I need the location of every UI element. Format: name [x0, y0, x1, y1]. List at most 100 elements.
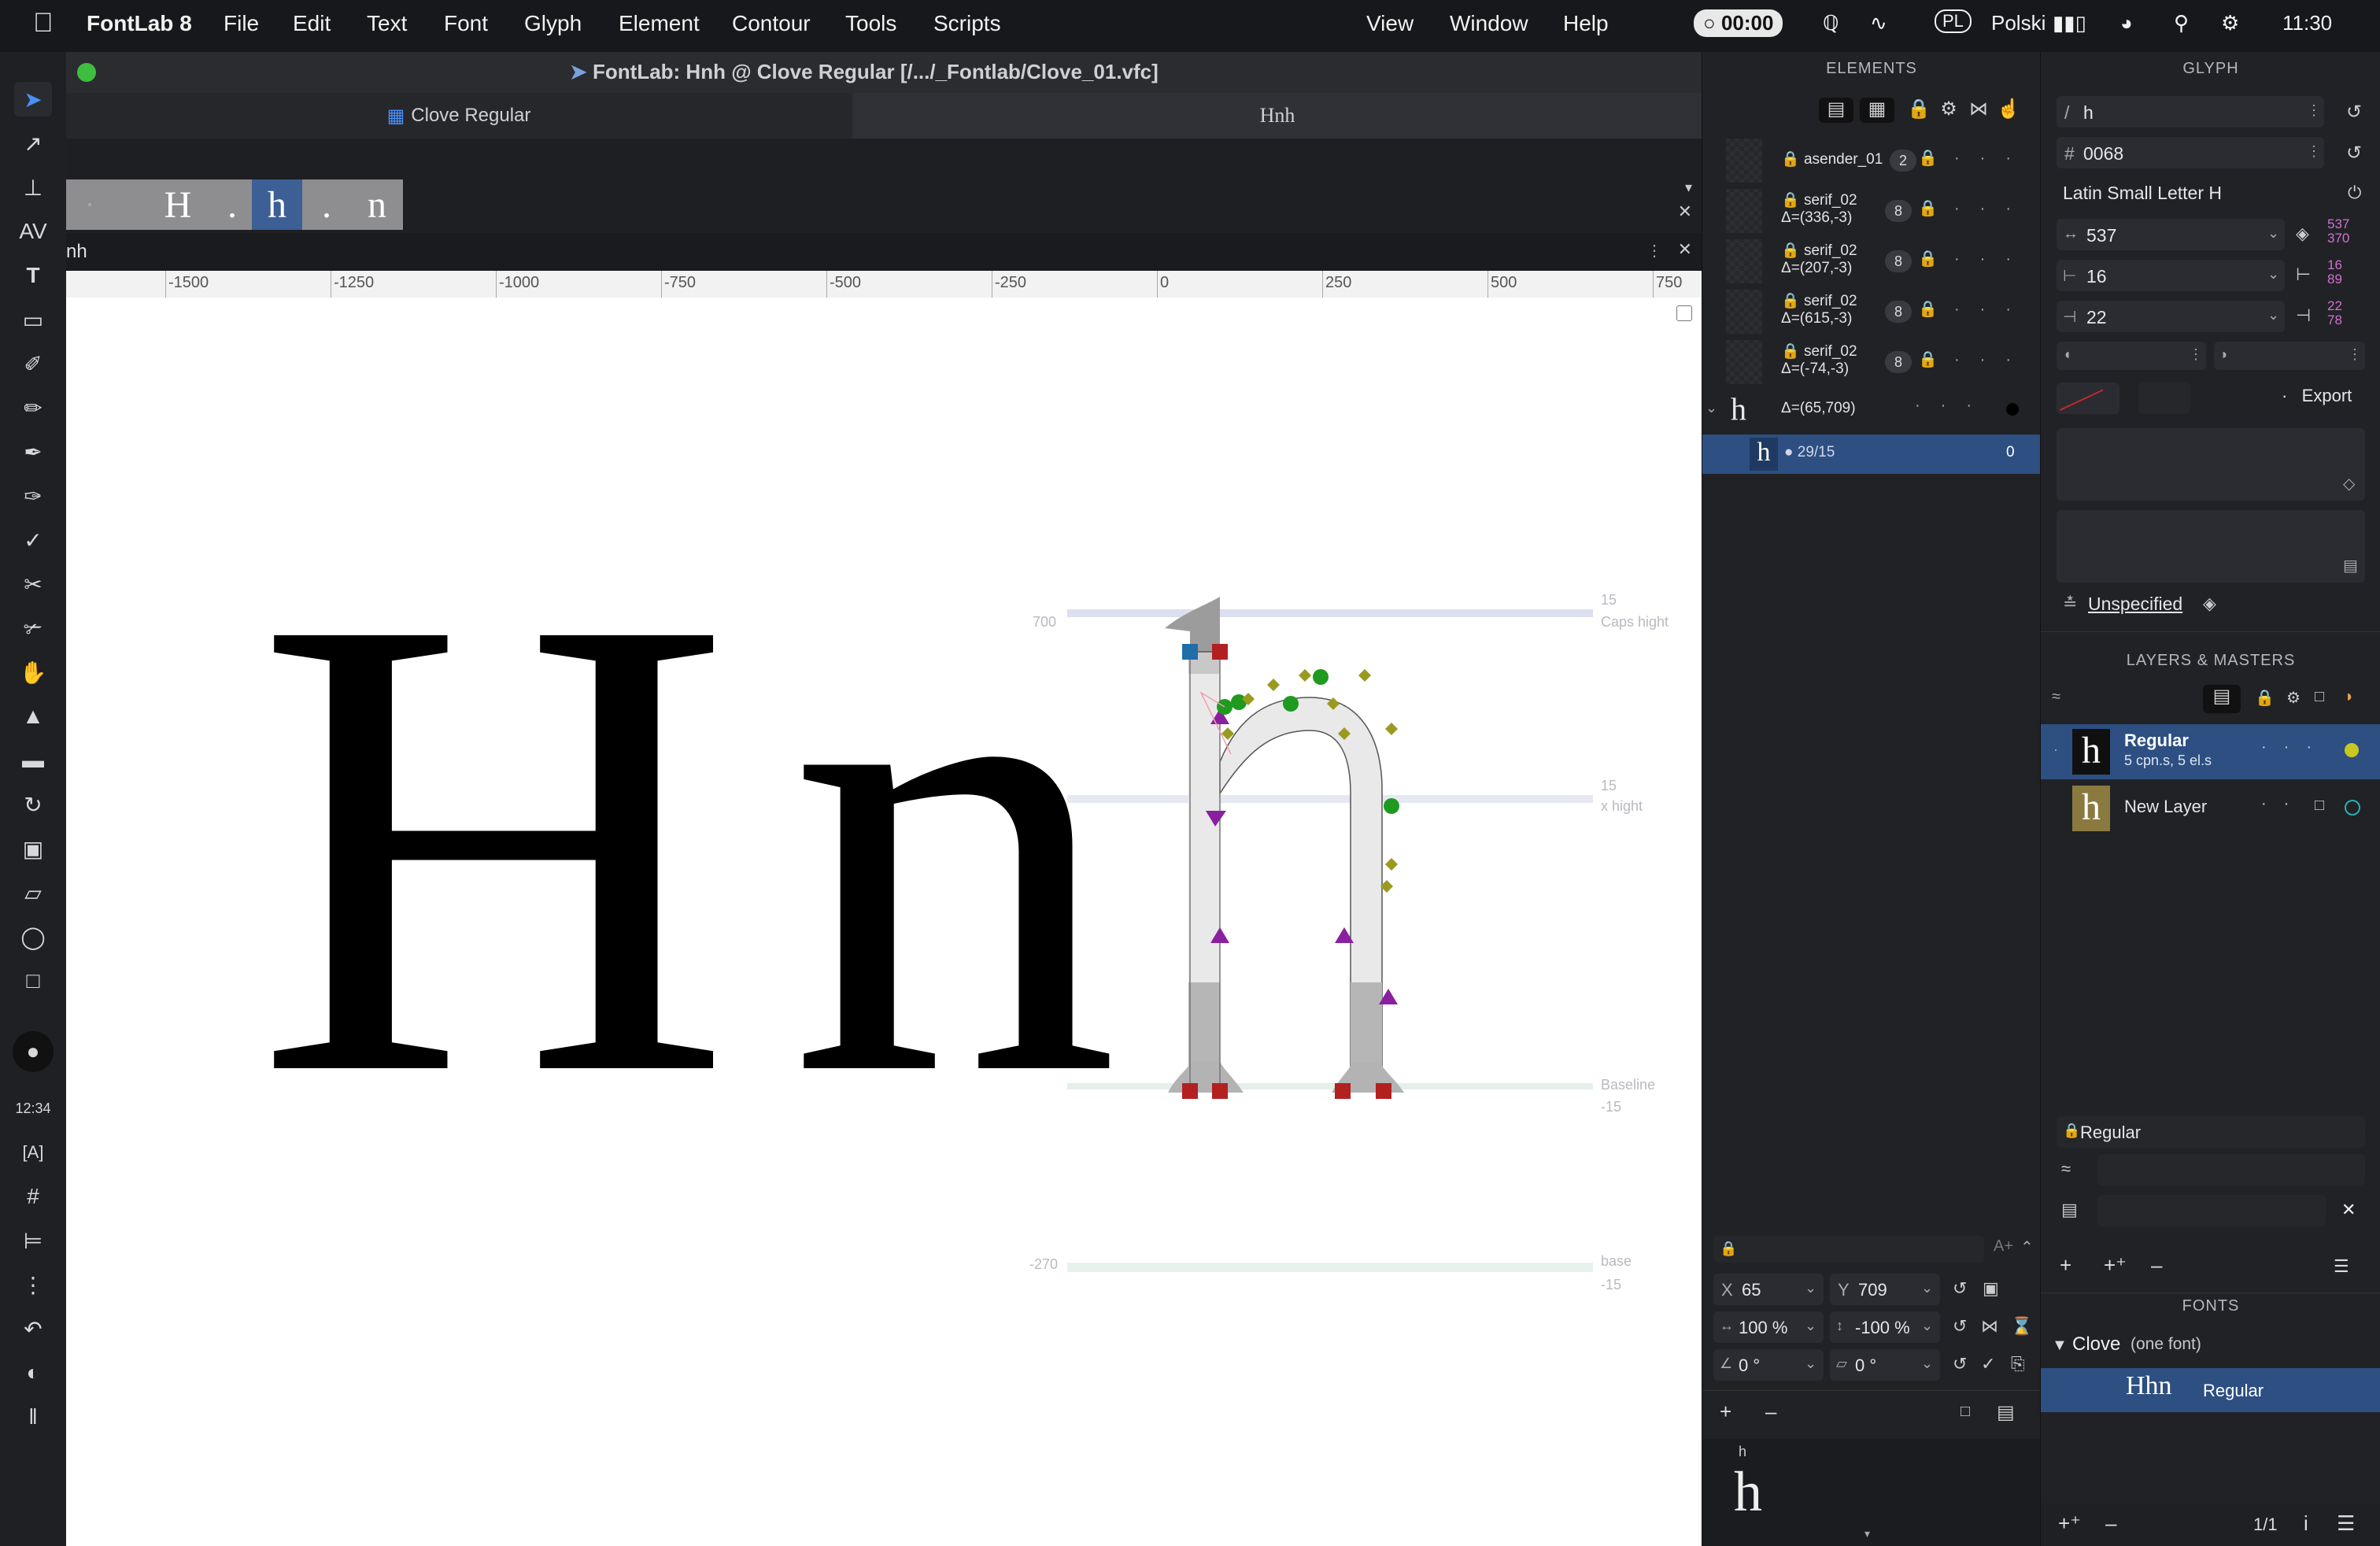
hand-tool-icon[interactable]: ✋	[14, 655, 52, 690]
chevron-down-icon[interactable]: ⌄	[1706, 400, 1717, 416]
layers-menu-icon[interactable]: ≈	[2052, 688, 2060, 706]
list-icon[interactable]: ☰	[2337, 1511, 2355, 1536]
metrics-tool-icon[interactable]: ⊥	[14, 170, 52, 205]
settings-icon[interactable]: ⚙	[1937, 98, 1961, 120]
element-dots[interactable]: ···	[1954, 301, 2031, 319]
flip-horizontal-icon[interactable]: ⋈	[1981, 1316, 1998, 1337]
layer-options-icon[interactable]: ≈	[2061, 1159, 2071, 1179]
element-group-row[interactable]: ⌄ h Δ=(65,709) ···	[1702, 387, 2041, 431]
field-menu-icon[interactable]: ⋮	[2307, 143, 2321, 160]
layer-name-field[interactable]: 🔒 Regular	[2057, 1116, 2365, 1148]
glyph-H[interactable]: H	[255, 515, 733, 1176]
layer-dots[interactable]: ··	[2261, 795, 2306, 813]
font-row-selected[interactable]: Hhn Regular	[2041, 1368, 2380, 1412]
ruler-tool-icon[interactable]: ▬	[14, 743, 52, 778]
add-font-icon[interactable]: +⁺	[2058, 1511, 2081, 1536]
chevron-down-icon[interactable]: ⌄	[2267, 307, 2279, 324]
kerning-tool-icon[interactable]: AV	[14, 214, 52, 249]
color-picker-icon[interactable]: ●	[13, 1031, 54, 1072]
element-tool-icon[interactable]: ↗	[14, 126, 52, 161]
info-icon[interactable]: i	[2304, 1511, 2308, 1536]
window-icon[interactable]: □	[2315, 797, 2324, 815]
glyph-cell-faded[interactable]: ·	[66, 179, 113, 230]
scissors-tool-icon[interactable]: ✃	[14, 611, 52, 645]
glyph-cell-h-selected[interactable]: h	[252, 179, 302, 230]
elements-grid-icon[interactable]: ▦	[1860, 98, 1894, 123]
chevron-down-icon[interactable]: ⌄	[1921, 1356, 1933, 1372]
rotate-tool-icon[interactable]: ↻	[14, 787, 52, 822]
apply-transform-icon[interactable]: ✓	[1981, 1354, 1995, 1374]
menu-window[interactable]: Window	[1450, 11, 1528, 36]
reset-rotate-icon[interactable]: ↺	[1953, 1354, 1967, 1374]
tag-icon[interactable]: ◇	[2343, 474, 2355, 494]
glyph-cell-H[interactable]: H	[148, 179, 208, 230]
lock-icon[interactable]: 🔒	[1918, 148, 1938, 168]
element-dots[interactable]: ···	[1954, 200, 2031, 218]
layer-row-selected[interactable]: · h Regular 5 cpn.s, 5 el.s ···	[2041, 724, 2380, 779]
panel-icon[interactable]: ▤	[1997, 1401, 2015, 1424]
comment-field[interactable]: ▤	[2057, 510, 2365, 583]
menu-tools[interactable]: Tools	[845, 11, 896, 36]
menu-text[interactable]: Text	[367, 11, 407, 36]
unicode-field[interactable]: # 0068 ⋮	[2057, 137, 2324, 168]
export-label[interactable]: · Export	[2282, 386, 2352, 406]
add-master-icon[interactable]: +⁺	[2104, 1253, 2127, 1278]
mark-field[interactable]	[2138, 383, 2190, 414]
layer-color-dot[interactable]	[2345, 800, 2360, 816]
group-color-dot[interactable]	[2006, 403, 2019, 416]
menu-view[interactable]: View	[1366, 11, 1414, 36]
horizontal-ruler[interactable]: -1500 -1250 -1000 -750 -500 -250 0 250 5…	[66, 271, 1702, 298]
magnet-tool-icon[interactable]: ↶	[14, 1311, 52, 1346]
wifi-icon[interactable]: ◕	[2120, 11, 2133, 35]
tag-dropdown[interactable]: Unspecified	[2088, 594, 2182, 615]
layers-view-icon[interactable]: ▤	[2203, 685, 2241, 713]
chevron-down-icon[interactable]: ⌄	[2267, 225, 2279, 242]
app-menu[interactable]: FontLab 8	[87, 11, 192, 36]
glyph-n[interactable]: n	[789, 515, 1119, 1176]
layer-list-icon[interactable]: ☰	[2334, 1256, 2349, 1277]
contour-tool-icon[interactable]: ➤	[14, 82, 52, 117]
layer-options-field[interactable]	[2097, 1154, 2365, 1185]
copy-transform-icon[interactable]: ⎘	[2011, 1354, 2025, 1374]
align-icon[interactable]: ▣	[1983, 1278, 1999, 1299]
chevron-down-icon[interactable]: ⌄	[2267, 266, 2279, 283]
text-input[interactable]: nh	[66, 241, 87, 263]
strip-menu-icon[interactable]: ▾	[1685, 179, 1692, 196]
element-name-field[interactable]: 🔒	[1713, 1236, 1984, 1263]
control-center-icon[interactable]: ⚙	[2221, 11, 2239, 35]
text-close-icon[interactable]: ✕	[1678, 239, 1692, 260]
chevron-down-icon[interactable]: ⌄	[1805, 1318, 1816, 1334]
apple-icon[interactable]: 	[33, 8, 54, 39]
hand-icon[interactable]: ☝	[1997, 98, 2020, 120]
note-icon[interactable]: ▤	[2343, 556, 2358, 575]
right-kerning-class-field[interactable]: ◗ ⋮	[2214, 342, 2365, 370]
rsb-measure-icon[interactable]: ⊣	[2296, 305, 2311, 326]
slant-field[interactable]: ▱ 0 ° ⌄	[1830, 1349, 1940, 1381]
rectangle-tool-icon[interactable]: □	[14, 963, 52, 998]
remove-font-icon[interactable]: –	[2105, 1511, 2116, 1536]
timer-widget[interactable]: ○ 00:00	[1694, 9, 1783, 37]
group-dots[interactable]: ···	[1915, 397, 1992, 415]
slant-tool-icon[interactable]: ▱	[14, 875, 52, 910]
zoom-window-button[interactable]	[77, 63, 96, 82]
element-row[interactable]: 🔒 serif_02 Δ=(-74,-3) 8 🔒 ···	[1702, 337, 2041, 387]
text-options-icon[interactable]: ⋮	[1646, 241, 1662, 261]
knife-tool-icon[interactable]: ✂	[14, 567, 52, 601]
window-icon[interactable]: □	[2315, 688, 2324, 706]
chevron-up-icon[interactable]: ⌃	[2020, 1237, 2034, 1257]
chevron-down-icon[interactable]: ⌄	[1921, 1318, 1933, 1334]
elements-view-icon[interactable]: ▤	[1819, 98, 1853, 123]
text-frame-tool-icon[interactable]: [A]	[14, 1135, 52, 1170]
gem-icon[interactable]: ◈	[2296, 224, 2309, 244]
layer-row[interactable]: h New Layer ·· □	[2041, 781, 2380, 836]
menu-scripts[interactable]: Scripts	[933, 11, 1001, 36]
note-field[interactable]: ◇	[2057, 428, 2365, 501]
pencil-tool-icon[interactable]: ✏	[14, 390, 52, 425]
guides-tool-icon[interactable]: ⊨	[14, 1223, 52, 1258]
triangle-down-icon[interactable]: ▼	[2052, 1337, 2068, 1355]
rapidograph-tool-icon[interactable]: ✑	[14, 479, 52, 513]
layer-color-dot[interactable]	[2345, 743, 2359, 757]
activity-icon[interactable]: ∿	[1870, 11, 1887, 35]
x-position-field[interactable]: X 65 ⌄	[1713, 1274, 1824, 1305]
layer-dots[interactable]: ···	[2261, 738, 2329, 756]
